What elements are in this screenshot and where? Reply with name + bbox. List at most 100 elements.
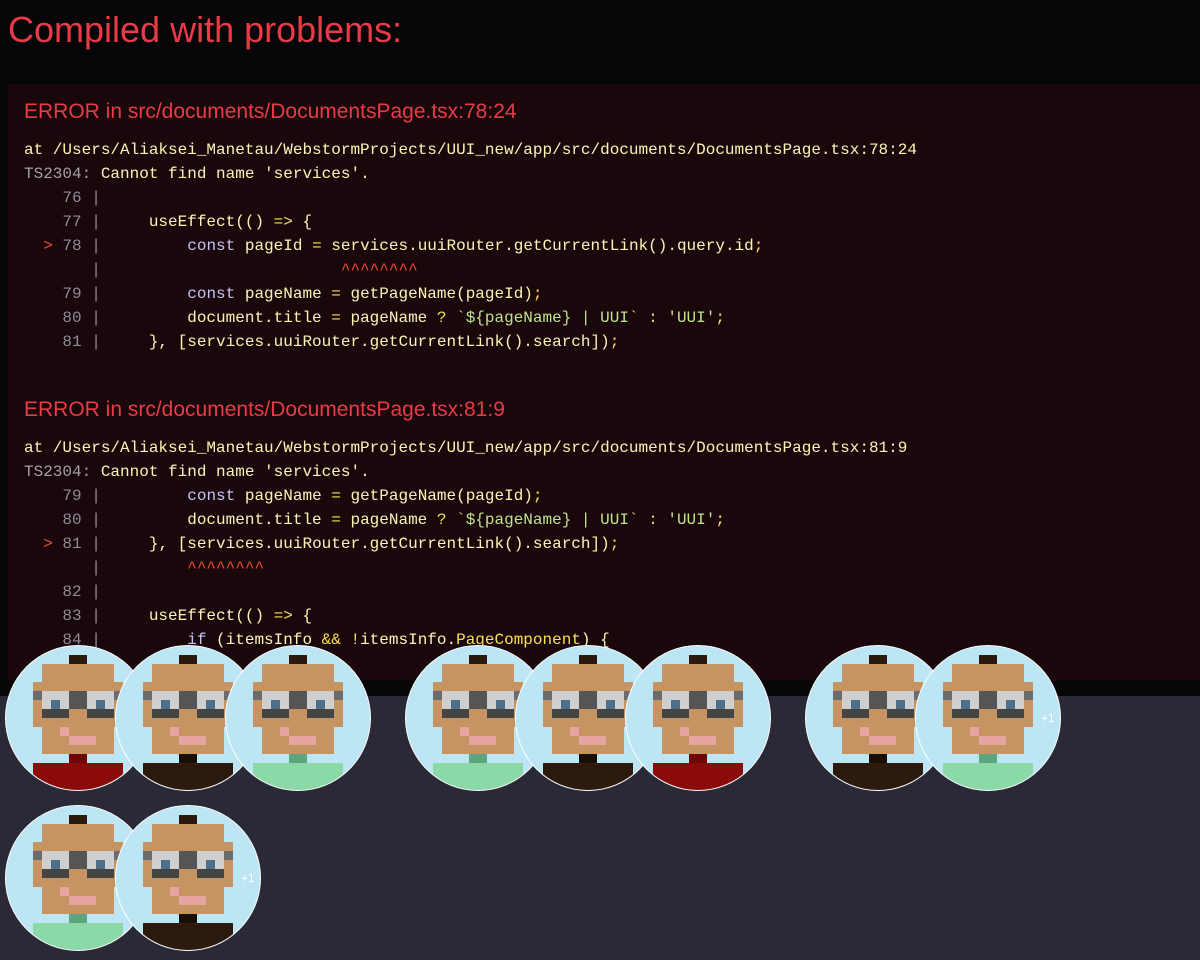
code-token: getPageName(pageId): [340, 487, 533, 505]
code-token: ;: [715, 309, 725, 327]
code-token: `${pageName} | UUI`: [456, 309, 639, 327]
code-line: | ^^^^^^^^: [24, 556, 907, 580]
error-message: TS2304: Cannot find name 'services'.: [24, 460, 907, 484]
code-token: ;: [753, 237, 764, 255]
code-token: ;: [532, 487, 543, 505]
code-line: 79 | const pageName = getPageName(pageId…: [24, 282, 917, 306]
error-block: ERROR in src/documents/DocumentsPage.tsx…: [24, 396, 907, 652]
code-line: 77 | useEffect(() => {: [24, 210, 917, 234]
code-token: {: [292, 213, 313, 231]
code-token: pageName: [235, 487, 332, 505]
code-token: const: [187, 487, 236, 505]
line-gutter: > 81 |: [43, 535, 101, 553]
code-token: document.title: [100, 309, 332, 327]
avatar[interactable]: [115, 805, 261, 951]
error-code: TS2304:: [24, 463, 92, 481]
code-token: useEffect((): [100, 213, 274, 231]
line-gutter: 76 |: [24, 189, 101, 207]
code-token: =: [331, 511, 341, 529]
code-line: 82 |: [24, 580, 907, 604]
code-token: ;: [609, 333, 620, 351]
code-token: getPageName(pageId): [340, 285, 533, 303]
line-gutter: |: [24, 559, 101, 577]
code-line: 80 | document.title = pageName ? `${page…: [24, 306, 917, 330]
code-token: :: [638, 309, 668, 327]
code-token: }, [services.uuiRouter.getCurrentLink().…: [100, 333, 610, 351]
avatar-group: +1: [5, 805, 301, 951]
code-token: =: [331, 285, 341, 303]
error-text: Cannot find name 'services'.: [91, 463, 370, 481]
code-token: pageId: [235, 237, 313, 255]
code-token: =>: [273, 607, 293, 625]
error-message: TS2304: Cannot find name 'services'.: [24, 162, 917, 186]
line-gutter: 80 |: [24, 309, 101, 327]
code-token: `${pageName} | UUI`: [456, 511, 639, 529]
line-gutter: > 78 |: [43, 237, 101, 255]
error-location: at /Users/Aliaksei_Manetau/WebstormProje…: [24, 439, 908, 457]
avatar-group: [405, 645, 811, 791]
line-gutter: 77 |: [24, 213, 101, 231]
code-token: }, [services.uuiRouter.getCurrentLink().…: [100, 535, 610, 553]
code-token: ^^^^^^^^: [100, 261, 418, 279]
code-token: 'UUI': [667, 309, 716, 327]
more-count: +1: [1041, 711, 1055, 725]
error-list: ERROR in src/documents/DocumentsPage.tsx…: [8, 84, 1200, 680]
code-line: 80 | document.title = pageName ? `${page…: [24, 508, 907, 532]
code-line: > 78 | const pageId = services.uuiRouter…: [24, 234, 917, 258]
code-token: useEffect((): [100, 607, 274, 625]
code-token: =: [331, 309, 341, 327]
overlay-title: Compiled with problems:: [8, 9, 403, 50]
error-heading[interactable]: ERROR in src/documents/DocumentsPage.tsx…: [24, 98, 917, 126]
line-gutter: 80 |: [24, 511, 101, 529]
code-line: 79 | const pageName = getPageName(pageId…: [24, 484, 907, 508]
error-block: ERROR in src/documents/DocumentsPage.tsx…: [24, 98, 917, 354]
code-token: services.uuiRouter.getCurrentLink().quer…: [321, 237, 754, 255]
code-line: 76 |: [24, 186, 917, 210]
error-text: Cannot find name 'services'.: [91, 165, 370, 183]
code-token: pageName: [235, 285, 332, 303]
error-heading[interactable]: ERROR in src/documents/DocumentsPage.tsx…: [24, 396, 907, 424]
code-token: const: [187, 237, 236, 255]
avatar[interactable]: [225, 645, 371, 791]
code-token: ;: [532, 285, 543, 303]
more-count: +1: [241, 871, 255, 885]
line-gutter: |: [24, 261, 101, 279]
line-gutter: 81 |: [24, 333, 101, 351]
avatar[interactable]: [625, 645, 771, 791]
code-token: &&: [321, 631, 341, 649]
error-location: at /Users/Aliaksei_Manetau/WebstormProje…: [24, 141, 917, 159]
code-line: 81 | }, [services.uuiRouter.getCurrentLi…: [24, 330, 917, 354]
code-token: :: [638, 511, 668, 529]
code-token: ;: [715, 511, 725, 529]
code-token: itemsInfo.: [360, 631, 457, 649]
code-token: const: [187, 285, 236, 303]
code-token: =: [331, 487, 341, 505]
code-token: {: [292, 607, 313, 625]
line-gutter: 79 |: [24, 487, 101, 505]
error-details: at /Users/Aliaksei_Manetau/WebstormProje…: [24, 436, 907, 652]
avatar[interactable]: [915, 645, 1061, 791]
error-code: TS2304:: [24, 165, 92, 183]
code-token: ;: [609, 535, 620, 553]
code-token: 'UUI': [667, 511, 716, 529]
code-token: !: [350, 631, 361, 649]
line-gutter: 83 |: [24, 607, 101, 625]
code-token: pageName: [340, 511, 437, 529]
code-token: ^^^^^^^^: [100, 559, 265, 577]
code-token: pageName: [340, 309, 437, 327]
error-details: at /Users/Aliaksei_Manetau/WebstormProje…: [24, 138, 917, 354]
line-gutter: 79 |: [24, 285, 101, 303]
code-token: =: [312, 237, 322, 255]
code-token: =>: [273, 213, 293, 231]
error-overlay: Compiled with problems: ERROR in src/doc…: [0, 0, 1200, 696]
code-line: | ^^^^^^^^: [24, 258, 917, 282]
code-line: 83 | useEffect(() => {: [24, 604, 907, 628]
avatar-group: [5, 645, 411, 791]
line-gutter: 82 |: [24, 583, 101, 601]
code-token: document.title: [100, 511, 332, 529]
